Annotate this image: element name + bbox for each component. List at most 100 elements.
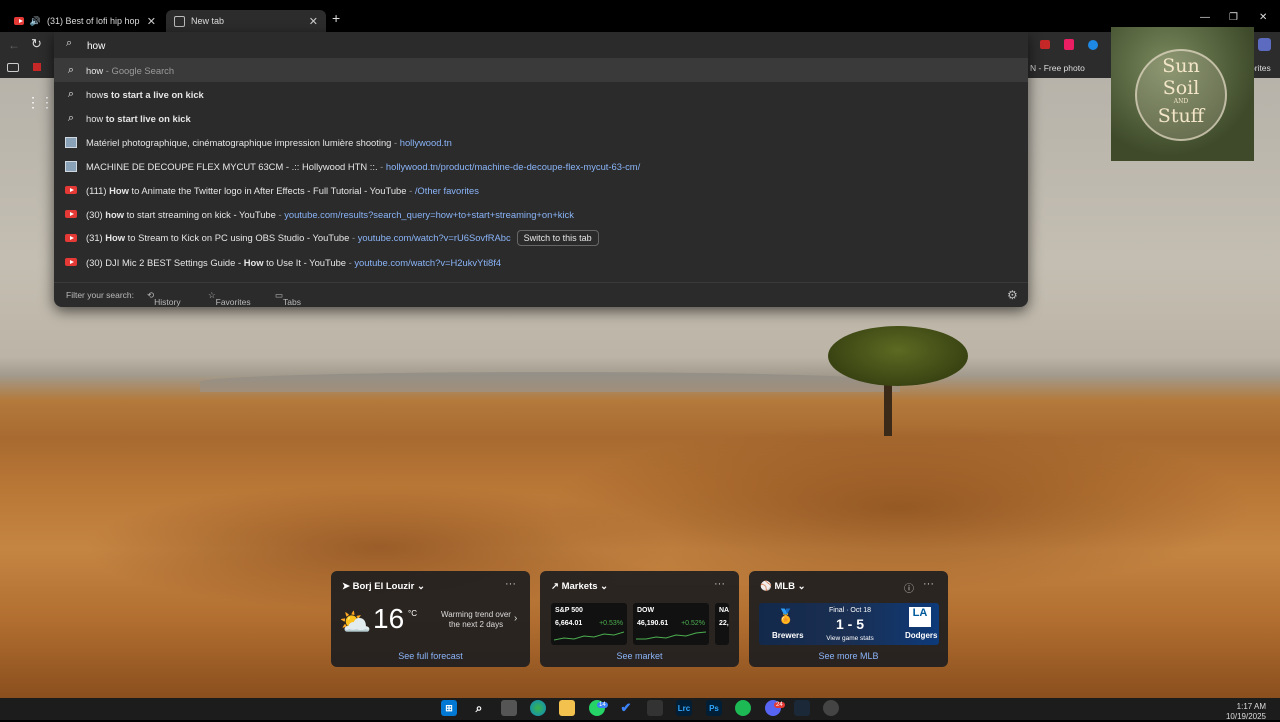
address-bar-dropdown: ⌕ ⌕how - Google Search⌕hows to start a l… [54, 32, 1028, 307]
filter-bar: Filter your search: ⟲ History ☆ Favorite… [54, 282, 1028, 308]
youtube-icon [65, 184, 77, 196]
dodgers-logo-icon: LA [909, 607, 931, 627]
suggestion-item[interactable]: (111) How to Animate the Twitter logo in… [54, 178, 1028, 202]
start-icon[interactable]: ⊞ [441, 700, 457, 716]
search-icon[interactable]: ⌕ [471, 700, 487, 716]
info-icon[interactable]: ⓘ [904, 580, 914, 595]
market-tile[interactable]: DOW 46,190.61 +0.52% [633, 603, 709, 645]
game-score: 1 - 5 [835, 616, 864, 632]
mlb-widget[interactable]: ⚾ MLB ⌄ ⓘ ··· 🏅 Brewers Final · Oct 18 1… [749, 571, 948, 667]
youtube-icon [65, 232, 77, 244]
more-options-icon[interactable]: ··· [714, 578, 725, 590]
weather-trend: Warming trend over the next 2 days [441, 610, 511, 629]
whatsapp-badge: 14 [597, 702, 608, 708]
speaker-icon[interactable]: 🔊 [30, 16, 41, 27]
address-input[interactable] [85, 36, 989, 56]
extension-icon[interactable] [1064, 39, 1074, 50]
suggestion-item[interactable]: ⌕ how to start live on kick [54, 106, 1028, 130]
tab-lofi[interactable]: 🔊 (31) Best of lofi hip hop 2021 ✕ [6, 10, 164, 32]
filter-history[interactable]: ⟲ History [147, 290, 181, 307]
see-market-link[interactable]: See market [540, 651, 739, 661]
minimize-button[interactable]: — [1200, 12, 1210, 23]
lightroom-icon[interactable]: Lrc [676, 700, 692, 716]
tab-new-tab[interactable]: New tab ✕ [166, 10, 326, 32]
new-tab-button[interactable]: + [332, 10, 340, 26]
search-icon: ⌕ [67, 111, 75, 124]
settings-gear-icon[interactable]: ⚙ [1007, 288, 1018, 302]
suggestion-item[interactable]: (30) how to start streaming on kick - Yo… [54, 202, 1028, 226]
refresh-icon[interactable]: ↻ [31, 36, 42, 52]
youtube-icon [14, 17, 24, 25]
logo-text: Sun Soil AND Stuff [1157, 55, 1205, 127]
app-icon[interactable] [647, 700, 663, 716]
suggestion-item[interactable]: (31) How to Stream to Kick on PC using O… [54, 226, 1028, 250]
mlb-title[interactable]: ⚾ MLB ⌄ [760, 581, 806, 592]
sun-soil-stuff-thumbnail[interactable]: Sun Soil AND Stuff [1111, 27, 1254, 161]
todo-icon[interactable]: ✔ [618, 700, 634, 716]
see-forecast-link[interactable]: See full forecast [331, 651, 530, 661]
market-tile[interactable]: S&P 500 6,664.01 +0.53% [551, 603, 627, 645]
favorites-icon[interactable] [7, 63, 19, 72]
system-clock[interactable]: 1:17 AM 10/19/2025 [1226, 702, 1266, 722]
markets-widget[interactable]: ↗ Markets ⌄ ··· S&P 500 6,664.01 +0.53% … [540, 571, 739, 667]
youtube-icon [65, 208, 77, 220]
game-status: Final · Oct 18 [828, 607, 871, 614]
copilot-icon[interactable] [1258, 38, 1271, 51]
extension-icon[interactable] [1088, 40, 1098, 50]
home-team: Brewers [772, 631, 804, 640]
favorite-site-icon[interactable] [33, 63, 41, 71]
markets-title[interactable]: ↗ Markets ⌄ [551, 581, 608, 592]
address-bar[interactable]: ⌕ [54, 32, 1028, 58]
cloudy-sun-icon: ⛅ [339, 607, 372, 637]
spotify-icon[interactable] [735, 700, 751, 716]
switch-to-tab-button[interactable]: Switch to this tab [516, 230, 599, 246]
suggestion-item[interactable]: ⌕ how - Google Search [54, 58, 1028, 82]
suggestion-item[interactable]: Matériel photographique, cinématographiq… [54, 130, 1028, 154]
away-team: Dodgers [905, 631, 938, 640]
favorite-item[interactable]: N - Free photo [1030, 63, 1085, 73]
close-tab-icon[interactable]: ✕ [147, 15, 156, 28]
site-favicon-icon [65, 160, 77, 172]
filter-favorites[interactable]: ☆ Favorites [208, 290, 251, 307]
discord-badge: 24 [774, 702, 785, 708]
page-icon [174, 15, 185, 27]
temperature-unit: °C [408, 609, 417, 618]
filter-label: Filter your search: [66, 290, 135, 300]
file-explorer-icon[interactable] [559, 700, 575, 716]
close-tab-icon[interactable]: ✕ [309, 15, 318, 28]
edge-icon[interactable] [530, 700, 546, 716]
suggestion-item[interactable]: (30) DJI Mic 2 BEST Settings Guide - How… [54, 250, 1028, 274]
tab-title: (31) Best of lofi hip hop 2021 [47, 16, 141, 26]
tree-canopy [828, 326, 968, 386]
weather-location[interactable]: ➤ Borj El Louzir ⌄ [342, 581, 425, 592]
taskbar [0, 698, 1280, 720]
search-icon: ⌕ [67, 63, 75, 76]
more-options-icon[interactable]: ··· [505, 578, 516, 590]
filter-tabs[interactable]: ▭ Tabs [275, 290, 301, 307]
site-favicon-icon [65, 136, 77, 148]
game-card[interactable]: 🏅 Brewers Final · Oct 18 1 - 5 View game… [759, 603, 939, 645]
close-window-button[interactable]: ✕ [1259, 12, 1267, 23]
brewers-logo-icon: 🏅 [777, 608, 795, 624]
tab-title: New tab [191, 16, 225, 26]
chevron-right-icon[interactable]: › [514, 613, 517, 624]
sparkline [636, 631, 706, 640]
search-icon: ⌕ [67, 87, 75, 100]
more-options-icon[interactable]: ··· [923, 578, 934, 590]
sparkline [554, 631, 624, 641]
back-arrow-icon[interactable]: ← [8, 38, 20, 52]
see-mlb-link[interactable]: See more MLB [749, 651, 948, 661]
market-tile[interactable]: NA 22, [715, 603, 729, 645]
search-icon: ⌕ [66, 37, 73, 49]
suggestion-item[interactable]: ⌕ hows to start a live on kick [54, 82, 1028, 106]
game-stats-link[interactable]: View game stats [817, 635, 883, 642]
photoshop-icon[interactable]: Ps [706, 700, 722, 716]
app-icon[interactable] [823, 700, 839, 716]
suggestion-item[interactable]: MACHINE DE DECOUPE FLEX MYCUT 63CM - .::… [54, 154, 1028, 178]
distant-mountains [200, 372, 900, 392]
weather-widget[interactable]: ➤ Borj El Louzir ⌄ ··· ⛅ 16 °C Warming t… [331, 571, 530, 667]
task-view-icon[interactable] [501, 700, 517, 716]
maximize-button[interactable]: ❐ [1229, 12, 1238, 23]
ublock-icon[interactable] [1040, 40, 1050, 49]
steam-icon[interactable] [794, 700, 810, 716]
